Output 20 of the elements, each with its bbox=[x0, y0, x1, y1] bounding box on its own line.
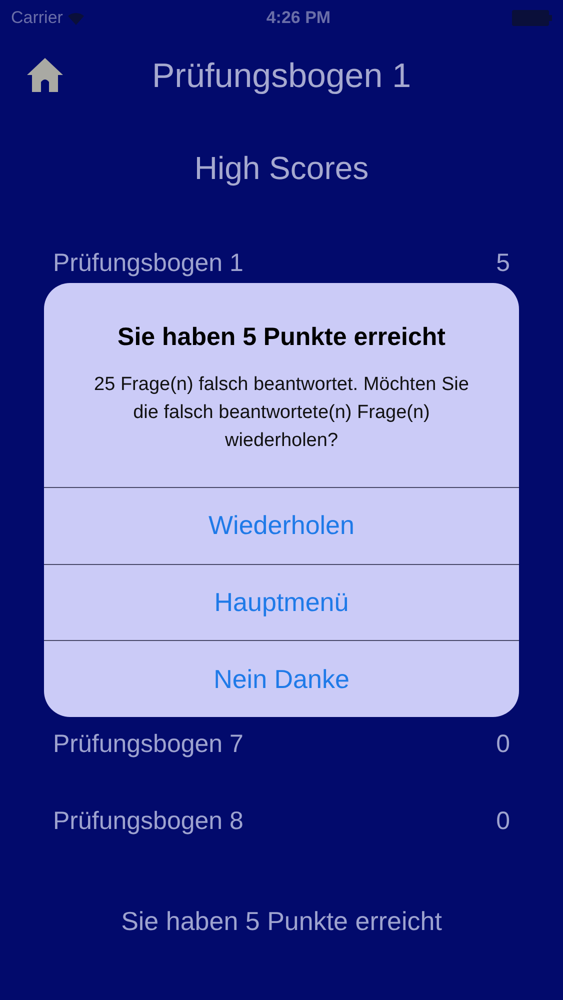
carrier-label: Carrier bbox=[11, 7, 63, 30]
score-value: 0 bbox=[496, 729, 510, 760]
alert-title: Sie haben 5 Punkte erreicht bbox=[118, 322, 446, 353]
alert-message: 25 Frage(n) falsch beantwortet. Möchten Sie die falsch beantwortete(n) Frage(n) wiederholen? bbox=[93, 372, 470, 452]
alert-button[interactable]: Nein Danke bbox=[44, 640, 519, 717]
result-text: Sie haben 5 Punkte erreicht bbox=[121, 905, 442, 938]
score-name: Prüfungsbogen 7 bbox=[53, 729, 244, 760]
score-value: 0 bbox=[496, 806, 510, 838]
alert-button[interactable]: Hauptmenü bbox=[44, 564, 519, 640]
score-name: Prüfungsbogen 8 bbox=[53, 806, 244, 838]
section-title: High Scores bbox=[194, 149, 369, 188]
page-title: Prüfungsbogen 1 bbox=[152, 56, 411, 96]
status-time: 4:26 PM bbox=[266, 7, 331, 30]
home-icon bbox=[27, 58, 63, 92]
score-name: Prüfungsbogen 1 bbox=[53, 248, 244, 280]
score-value: 5 bbox=[496, 248, 510, 280]
alert-button[interactable]: Wiederholen bbox=[44, 487, 519, 564]
wifi-icon bbox=[66, 11, 85, 25]
battery-icon bbox=[512, 10, 552, 26]
home-button[interactable] bbox=[27, 58, 63, 92]
